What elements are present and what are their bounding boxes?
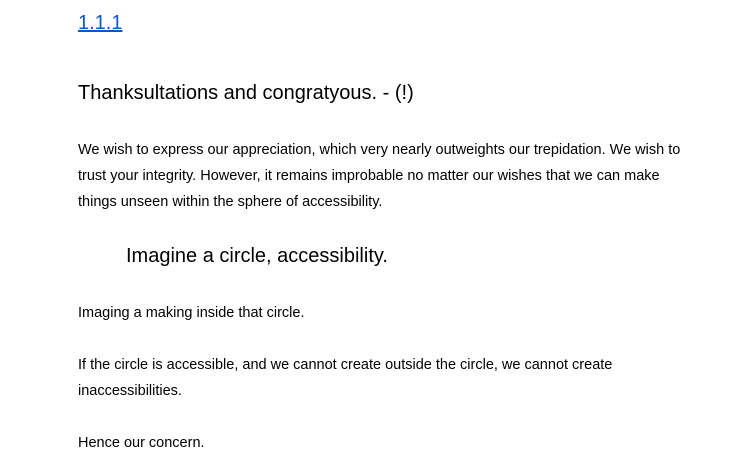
paragraph-concern: Hence our concern. — [78, 435, 205, 451]
document-page: 1.1.1 Thanksultations and congratyous. -… — [0, 0, 756, 466]
subheading-circle: Imagine a circle, accessibility. — [126, 245, 388, 267]
paragraph-imaging: Imaging a making inside that circle. — [78, 305, 305, 321]
section-heading: Thanksultations and congratyous. - (!) — [78, 82, 414, 104]
paragraph-circle-accessible: If the circle is accessible, and we cann… — [78, 357, 613, 399]
paragraph-appreciation: We wish to express our appreciation, whi… — [78, 142, 681, 210]
section-number-link[interactable]: 1.1.1 — [78, 10, 122, 36]
